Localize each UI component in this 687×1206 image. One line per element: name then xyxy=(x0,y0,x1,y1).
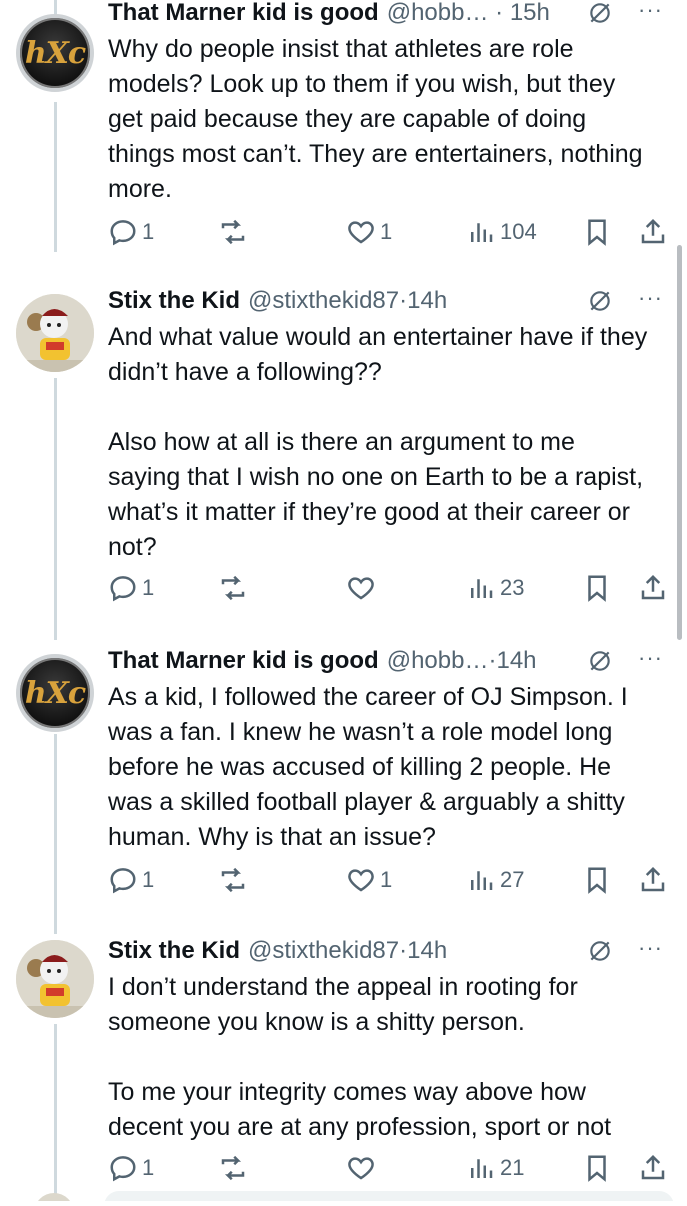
repost-button[interactable] xyxy=(218,570,248,606)
tweet-actions: 1 21 xyxy=(108,1150,673,1186)
like-button[interactable] xyxy=(346,1150,380,1186)
repost-button[interactable] xyxy=(218,1150,248,1186)
bookmark-button[interactable] xyxy=(582,1150,612,1186)
user-handle[interactable]: @hobb…·14h xyxy=(387,647,537,675)
heart-icon xyxy=(348,221,374,244)
user-handle[interactable]: @hobb… · 15h xyxy=(387,0,550,27)
tweet-text: As a kid, I followed the career of OJ Si… xyxy=(108,683,628,851)
tweet-header: Stix the Kid @stixthekid87·14h ··· xyxy=(108,934,662,971)
bookmark-icon xyxy=(588,219,606,246)
like-button[interactable]: 1 xyxy=(346,862,392,898)
tweet-text: Why do people insist that athletes are r… xyxy=(108,35,643,203)
tweet-text: And what value would an entertainer have… xyxy=(108,323,648,561)
avatar[interactable] xyxy=(16,940,94,1018)
tweet[interactable]: hXc That Marner kid is good @hobb… · 15h… xyxy=(0,0,687,270)
display-name[interactable]: That Marner kid is good xyxy=(108,647,379,675)
views-button[interactable]: 23 xyxy=(466,570,524,606)
views-button[interactable]: 21 xyxy=(466,1150,524,1186)
display-name[interactable]: Stix the Kid xyxy=(108,937,240,965)
user-handle[interactable]: @stixthekid87·14h xyxy=(248,937,447,965)
share-icon xyxy=(641,218,665,244)
tweet-actions: 1 1 104 xyxy=(108,214,673,250)
reply-icon xyxy=(110,868,136,894)
bookmark-button[interactable] xyxy=(582,570,612,606)
repost-icon xyxy=(221,867,245,893)
tweet[interactable]: hXc That Marner kid is good @hobb…·14h ·… xyxy=(0,644,687,924)
repost-icon xyxy=(221,1155,245,1181)
views-button[interactable]: 27 xyxy=(466,862,524,898)
share-button[interactable] xyxy=(638,1150,668,1186)
bookmark-icon xyxy=(588,1155,606,1182)
repost-button[interactable] xyxy=(218,214,248,250)
share-icon xyxy=(641,866,665,892)
reply-button[interactable]: 1 xyxy=(108,214,154,250)
display-name[interactable]: That Marner kid is good xyxy=(108,0,379,27)
user-handle[interactable]: @stixthekid87·14h xyxy=(248,287,447,315)
scrollbar[interactable] xyxy=(677,245,682,640)
repost-icon xyxy=(221,575,245,601)
tweet-actions: 1 23 xyxy=(108,570,673,606)
reply-button[interactable]: 1 xyxy=(108,862,154,898)
tweet[interactable]: Stix the Kid @stixthekid87·14h ··· And w… xyxy=(0,284,687,634)
like-button[interactable] xyxy=(346,570,380,606)
avatar[interactable]: hXc xyxy=(16,14,94,92)
repost-button[interactable] xyxy=(218,862,248,898)
share-button[interactable] xyxy=(638,214,668,250)
share-button[interactable] xyxy=(638,862,668,898)
tweet[interactable]: Stix the Kid @stixthekid87·14h ··· I don… xyxy=(0,934,687,1188)
views-button[interactable]: 104 xyxy=(466,214,537,250)
tweet-header: Stix the Kid @stixthekid87·14h ··· xyxy=(108,284,662,321)
heart-icon xyxy=(348,1157,374,1180)
grok-icon[interactable] xyxy=(587,0,613,33)
reply-icon xyxy=(110,220,136,246)
views-icon xyxy=(471,1159,493,1178)
repost-icon xyxy=(221,219,245,245)
bookmark-icon xyxy=(588,867,606,894)
views-icon xyxy=(471,579,493,598)
reply-button[interactable]: 1 xyxy=(108,1150,154,1186)
avatar[interactable] xyxy=(16,294,94,372)
reply-composer-edge[interactable] xyxy=(0,1188,687,1206)
more-options-icon[interactable]: ··· xyxy=(638,645,663,671)
more-options-icon[interactable]: ··· xyxy=(638,935,663,961)
share-icon xyxy=(641,574,665,600)
tweet-header: That Marner kid is good @hobb… · 15h ··· xyxy=(108,0,662,33)
bookmark-icon xyxy=(588,575,606,602)
share-button[interactable] xyxy=(638,570,668,606)
avatar[interactable]: hXc xyxy=(16,654,94,732)
reply-button[interactable]: 1 xyxy=(108,570,154,606)
grok-icon[interactable] xyxy=(587,288,613,321)
more-options-icon[interactable]: ··· xyxy=(638,285,663,311)
bookmark-button[interactable] xyxy=(582,214,612,250)
bookmark-button[interactable] xyxy=(582,862,612,898)
tweet-actions: 1 1 27 xyxy=(108,862,673,898)
views-icon xyxy=(471,871,493,890)
more-options-icon[interactable]: ··· xyxy=(638,0,663,23)
reply-icon xyxy=(110,576,136,602)
heart-icon xyxy=(348,577,374,600)
heart-icon xyxy=(348,869,374,892)
views-icon xyxy=(471,223,493,242)
like-button[interactable]: 1 xyxy=(346,214,392,250)
tweet-text: I don’t understand the appeal in rooting… xyxy=(108,973,612,1141)
grok-icon[interactable] xyxy=(587,648,613,681)
display-name[interactable]: Stix the Kid xyxy=(108,287,240,315)
share-icon xyxy=(641,1154,665,1180)
reply-icon xyxy=(110,1156,136,1182)
grok-icon[interactable] xyxy=(587,938,613,971)
tweet-header: That Marner kid is good @hobb…·14h ··· xyxy=(108,644,662,681)
